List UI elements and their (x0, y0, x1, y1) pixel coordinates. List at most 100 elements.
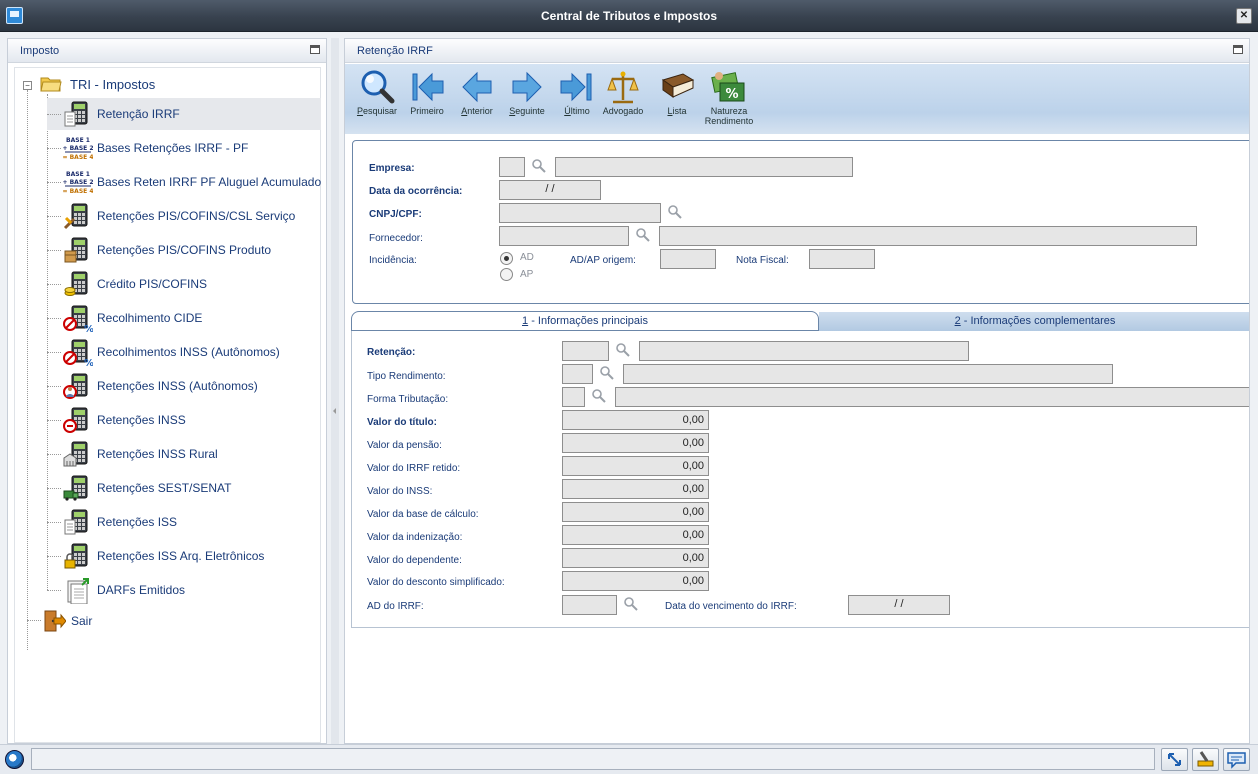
building-calculator-icon (63, 441, 88, 467)
calculator-badge-icon (63, 407, 88, 433)
search-lens-icon[interactable] (667, 204, 683, 220)
tree-item[interactable]: Retenção IRRF (47, 98, 321, 130)
valor-irrf-input[interactable]: 0,00 (562, 456, 709, 476)
tipo-rendimento-input[interactable] (562, 364, 593, 384)
nota-fiscal-input[interactable] (809, 249, 875, 269)
data-ocorrencia-input[interactable]: / / (499, 180, 601, 200)
tree-item[interactable]: Retenções PIS/COFINS/CSL Serviço (47, 200, 321, 232)
tree-item-sair[interactable]: Sair (27, 608, 227, 636)
valor-base-input[interactable]: 0,00 (562, 502, 709, 522)
forma-tributacao-label: Forma Tributação: (367, 394, 449, 405)
fornecedor-label: Fornecedor: (369, 233, 423, 244)
tree-item-label: Retenções ISS Arq. Eletrônicos (97, 549, 265, 563)
toolbar-button-natureza-rendimento[interactable]: % Natureza Rendimento (701, 68, 757, 130)
right-panel-title: Retenção IRRF (357, 45, 433, 57)
toolbar-button-seguinte[interactable]: Seguinte (505, 68, 549, 130)
chat-button[interactable] (1223, 748, 1250, 771)
retencao-label: Retenção: (367, 347, 416, 358)
minimize-panel-icon[interactable] (310, 45, 320, 54)
collapse-icon[interactable]: − (23, 81, 32, 90)
close-button[interactable]: ✕ (1236, 8, 1252, 24)
tree-item[interactable]: Retenções INSS (Autônomos) (47, 370, 321, 402)
incidencia-ad-radio[interactable] (500, 252, 513, 265)
search-lens-icon[interactable] (615, 342, 631, 358)
tab-informacoes-principais[interactable]: 1 - Informações principais (351, 311, 819, 331)
cnpj-input[interactable] (499, 203, 661, 223)
tree-item[interactable]: % Recolhimentos INSS (Autônomos) (47, 336, 321, 368)
tree-item-label: Retenção IRRF (97, 107, 180, 121)
tree-item[interactable]: Retenções INSS (47, 404, 321, 436)
search-lens-icon[interactable] (599, 365, 615, 381)
search-lens-icon[interactable] (591, 388, 607, 404)
left-panel-title: Imposto (20, 45, 60, 57)
tree-item[interactable]: DARFs Emitidos (47, 574, 321, 606)
data-vencimento-input[interactable]: / / (848, 595, 950, 615)
valor-indenizacao-input[interactable]: 0,00 (562, 525, 709, 545)
ad-irrf-input[interactable] (562, 595, 617, 615)
search-lens-icon[interactable] (623, 596, 639, 612)
forma-tributacao-input[interactable] (562, 387, 585, 407)
svg-text:= BASE 4: = BASE 4 (63, 188, 93, 195)
empresa-name-field (555, 157, 853, 177)
toolbar-button-último[interactable]: Último (555, 68, 599, 130)
chat-bubble-icon (1227, 752, 1246, 769)
svg-text:= BASE 4: = BASE 4 (63, 154, 93, 161)
left-panel-header: Imposto (8, 39, 326, 63)
tree-item[interactable]: BASE 1 + BASE 2 = BASE 4 Bases Retenções IR… (47, 132, 321, 164)
globe-icon[interactable] (5, 750, 24, 769)
prev-arrow-icon (462, 71, 492, 103)
toolbar-button-anterior[interactable]: Anterior (455, 68, 499, 130)
adap-origem-input[interactable] (660, 249, 716, 269)
valor-inss-input[interactable]: 0,00 (562, 479, 709, 499)
tree-item[interactable]: % Recolhimento CIDE (47, 302, 321, 334)
tab2-label: - Informações complementares (960, 315, 1116, 327)
toolbar-button-label: Lista (667, 106, 687, 116)
valor-titulo-input[interactable]: 0,00 (562, 410, 709, 430)
retencao-name-field (639, 341, 969, 361)
valor-dependente-input[interactable]: 0,00 (562, 548, 709, 568)
toolbar-button-advogado[interactable]: Advogado (601, 68, 645, 130)
empresa-code-input[interactable] (499, 157, 525, 177)
incidencia-label: Incidência: (369, 255, 417, 266)
tree-item[interactable]: BASE 1 + BASE 2 = BASE 4 Bases Reten IRRF P… (47, 166, 321, 198)
tools-icon (1197, 751, 1214, 767)
tree-root-label[interactable]: TRI - Impostos (70, 77, 155, 92)
document-calculator-icon (64, 509, 88, 535)
fornecedor-code-input[interactable] (499, 226, 629, 246)
svg-text:+ BASE 2: + BASE 2 (63, 145, 93, 152)
resize-button[interactable] (1161, 748, 1188, 771)
retencao-code-input[interactable] (562, 341, 609, 361)
tools-button[interactable] (1192, 748, 1219, 771)
valor-inss-label: Valor do INSS: (367, 486, 433, 497)
status-message-field (31, 748, 1155, 770)
valor-desconto-input[interactable]: 0,00 (562, 571, 709, 591)
tab-informacoes-complementares[interactable]: 2 - Informações complementares (819, 312, 1249, 331)
toolbar-button-label: Pesquisar (356, 106, 398, 116)
percent-calculator-icon: % (63, 339, 93, 366)
toolbar-button-lista[interactable]: Lista (655, 68, 699, 130)
tree-item[interactable]: Retenções ISS (47, 506, 321, 538)
tree-item[interactable]: Retenções SEST/SENAT (47, 472, 321, 504)
search-lens-icon[interactable] (635, 227, 651, 243)
tree-item[interactable]: Crédito PIS/COFINS (47, 268, 321, 300)
adap-origem-label: AD/AP origem: (570, 255, 636, 266)
valor-indenizacao-label: Valor da indenização: (367, 532, 463, 543)
tree-item-label: Bases Reten IRRF PF Aluguel Acumulado (97, 175, 322, 189)
tree-item[interactable]: Retenções INSS Rural (47, 438, 321, 470)
minimize-panel-icon[interactable] (1233, 45, 1243, 54)
data-vencimento-label: Data do vencimento do IRRF: (665, 601, 797, 612)
person-calculator-icon (63, 373, 88, 399)
incidencia-ap-radio[interactable] (500, 268, 513, 281)
svg-text:%: % (725, 87, 738, 102)
toolbar-button-primeiro[interactable]: Primeiro (405, 68, 449, 130)
tree-item[interactable]: Retenções PIS/COFINS Produto (47, 234, 321, 266)
tree-item-label: Retenções SEST/SENAT (97, 481, 232, 495)
tree-item[interactable]: Retenções ISS Arq. Eletrônicos (47, 540, 321, 572)
valor-dependente-label: Valor do dependente: (367, 555, 462, 566)
valor-pensao-input[interactable]: 0,00 (562, 433, 709, 453)
search-lens-icon[interactable] (531, 158, 547, 174)
valor-pensao-label: Valor da pensão: (367, 440, 442, 451)
folder-open-icon (40, 77, 62, 92)
panel-splitter[interactable] (331, 38, 339, 744)
toolbar-button-pesquisar[interactable]: Pesquisar (355, 68, 399, 130)
